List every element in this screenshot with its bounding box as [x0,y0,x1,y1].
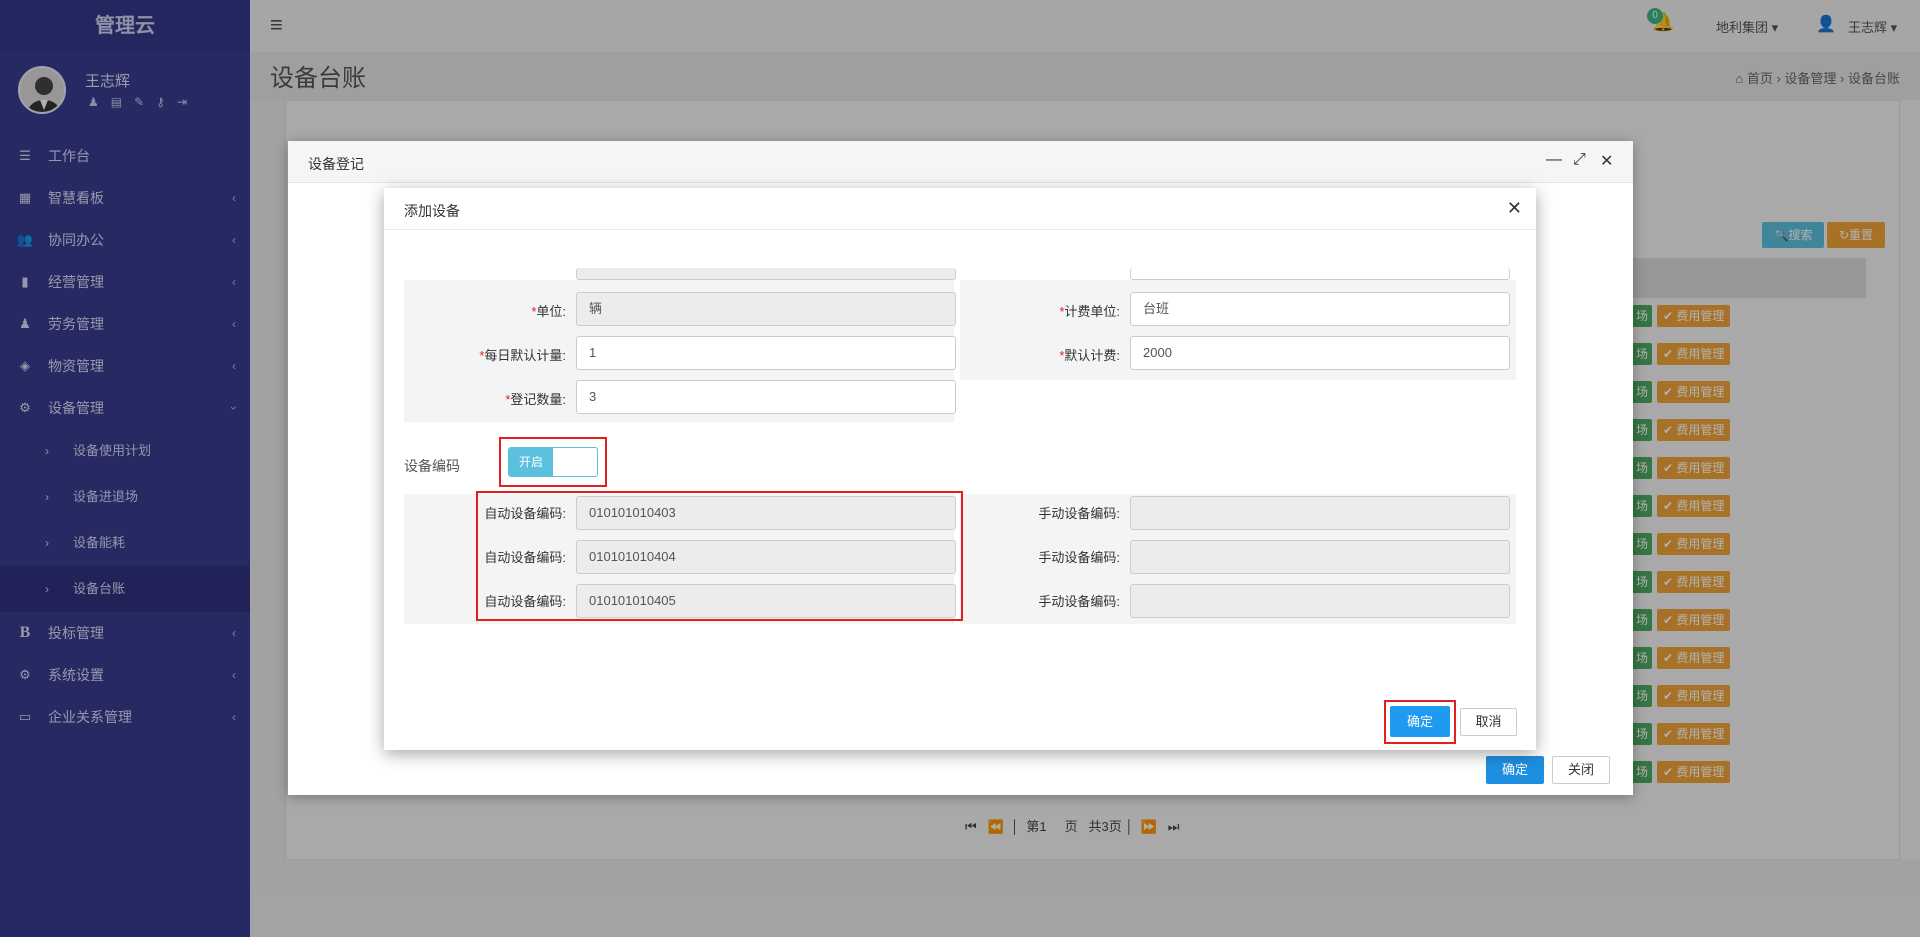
close-icon[interactable]: ✕ [1507,198,1522,219]
close-icon[interactable]: ✕ [1600,151,1613,171]
cancel-button[interactable]: 取消 [1460,708,1517,736]
reg-count-label: *登记数量: [505,392,566,407]
dialog-title: 添加设备 [404,203,460,219]
confirm-button[interactable]: 确定 [1390,706,1450,737]
code-toggle-switch[interactable]: 开启 [508,447,598,477]
daily-qty-field[interactable]: 1 [576,336,956,370]
code-section-label: 设备编码 [404,458,460,474]
unit-field[interactable]: 辆 [576,292,956,326]
add-equipment-dialog: 添加设备 ✕ *单位: 辆 *计费单位: 台班 *每日默认计量: 1 *默认计费… [384,188,1536,750]
unit-label: *单位: [531,304,566,319]
dialog-header: 设备登记 — ⤢ ✕ [288,141,1633,183]
billing-unit-label: *计费单位: [1059,304,1120,319]
manual-code-field-2[interactable] [1130,540,1510,574]
manual-code-label-3: 手动设备编码: [1038,594,1120,609]
clipped-field-right [1130,268,1510,280]
dialog-title: 设备登记 [308,156,364,172]
dialog-header: 添加设备 ✕ [384,188,1536,230]
manual-code-field-1[interactable] [1130,496,1510,530]
manual-code-field-3[interactable] [1130,584,1510,618]
default-fee-field[interactable]: 2000 [1130,336,1510,370]
default-fee-label: *默认计费: [1059,348,1120,363]
daily-qty-label: *每日默认计量: [479,348,566,363]
toggle-on-label: 开启 [509,448,553,476]
manual-code-label-1: 手动设备编码: [1038,506,1120,521]
outer-confirm-button[interactable]: 确定 [1486,756,1544,784]
clipped-field-left [576,268,956,280]
highlight-box-auto-codes [476,491,963,621]
manual-code-label-2: 手动设备编码: [1038,550,1120,565]
billing-unit-field[interactable]: 台班 [1130,292,1510,326]
maximize-icon[interactable]: ⤢ [1573,151,1586,169]
outer-close-button[interactable]: 关闭 [1552,756,1610,784]
reg-count-field[interactable]: 3 [576,380,956,414]
minimize-icon[interactable]: — [1546,151,1562,169]
